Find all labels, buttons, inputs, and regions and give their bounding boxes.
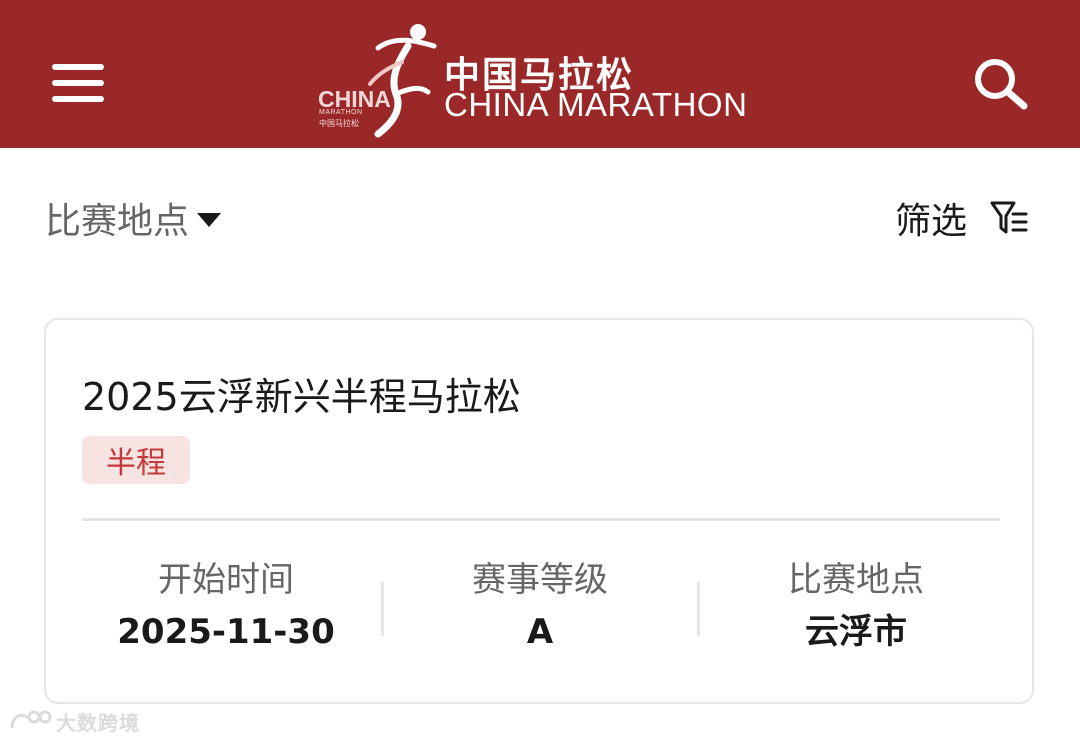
watermark: 大数跨境	[8, 706, 140, 736]
china-marathon-logo[interactable]: CHINA MARATHON 中国马拉松 中国马拉松 CHINA MARATHO…	[316, 22, 776, 140]
stat-separator	[697, 582, 700, 636]
funnel-filter-icon	[990, 201, 1028, 234]
watermark-text: 大数跨境	[56, 710, 140, 735]
search-icon[interactable]	[970, 54, 1032, 112]
filter-bar: 比赛地点 筛选	[0, 148, 1080, 288]
filter-label: 筛选	[895, 201, 968, 242]
location-dropdown-label: 比赛地点	[45, 201, 190, 242]
event-title: 2025云浮新兴半程马拉松	[82, 375, 521, 419]
location-value: 云浮市	[805, 612, 907, 652]
location-dropdown[interactable]: 比赛地点	[45, 194, 222, 242]
start-time-stat: 开始时间 2025-11-30	[76, 558, 376, 654]
filter-button[interactable]: 筛选	[895, 194, 1029, 242]
app-header: CHINA MARATHON 中国马拉松 中国马拉松 CHINA MARATHO…	[0, 0, 1080, 148]
level-label: 赛事等级	[472, 560, 608, 600]
watermark-logo-icon	[10, 710, 52, 729]
event-card[interactable]: 2025云浮新兴半程马拉松 半程 开始时间 2025-11-30 赛事等级 A …	[44, 318, 1034, 704]
event-type-badge: 半程	[82, 436, 190, 484]
location-label: 比赛地点	[788, 560, 924, 600]
caret-down-icon	[197, 213, 222, 227]
start-time-value: 2025-11-30	[117, 612, 335, 652]
logo-marathon-text: MARATHON	[319, 109, 363, 116]
logo-cn-small-text: 中国马拉松	[319, 119, 359, 128]
card-divider	[82, 518, 1000, 521]
start-time-label: 开始时间	[158, 560, 294, 600]
stat-separator	[381, 582, 384, 636]
location-stat: 比赛地点 云浮市	[706, 558, 1006, 654]
level-stat: 赛事等级 A	[390, 558, 690, 654]
hamburger-menu-icon[interactable]	[50, 62, 108, 106]
level-value: A	[526, 612, 554, 652]
logo-title-en: CHINA MARATHON	[444, 86, 748, 123]
